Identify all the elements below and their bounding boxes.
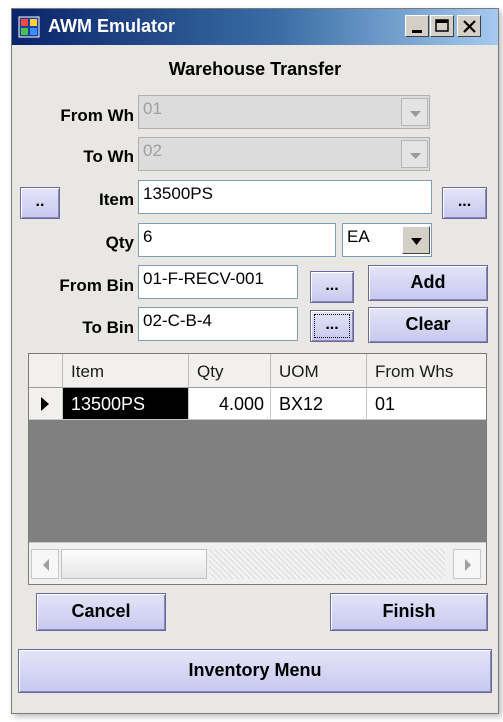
scroll-thumb[interactable] [61, 549, 207, 579]
from-wh-label: From Wh [60, 106, 134, 125]
qty-label: Qty [105, 233, 134, 252]
qty-value: 6 [143, 227, 153, 246]
scroll-right-icon [465, 559, 471, 571]
item-lookup-left-button[interactable]: .. [20, 187, 60, 219]
grid-corner-header [29, 354, 63, 388]
grid-header-qty[interactable]: Qty [189, 354, 271, 388]
to-wh-label: To Wh [83, 147, 134, 166]
maximize-icon [435, 19, 449, 32]
app-icon [18, 16, 40, 38]
from-bin-value: 01-F-RECV-001 [143, 269, 264, 288]
grid-header-uom[interactable]: UOM [271, 354, 367, 388]
uom-dropdown-button[interactable] [402, 226, 430, 254]
item-input[interactable]: 13500PS [138, 180, 432, 214]
grid-header-from-whs[interactable]: From Whs [367, 354, 486, 388]
minimize-button[interactable] [405, 15, 429, 37]
dropdown-arrow-icon [410, 153, 421, 159]
scroll-left-icon [43, 559, 49, 571]
item-lookup-right-button[interactable]: ... [442, 187, 487, 219]
clear-button[interactable]: Clear [368, 307, 488, 343]
from-bin-lookup-button[interactable]: ... [310, 271, 354, 303]
to-bin-lookup-button[interactable]: ... [310, 310, 354, 342]
dropdown-arrow-icon [410, 111, 421, 117]
grid-horizontal-scrollbar[interactable] [29, 542, 486, 584]
from-wh-select[interactable]: 01 [138, 95, 430, 129]
finish-button[interactable]: Finish [330, 593, 488, 631]
scroll-right-button[interactable] [453, 549, 481, 579]
scroll-left-button[interactable] [31, 549, 59, 579]
from-wh-dropdown-button[interactable] [401, 98, 428, 126]
grid-header-item[interactable]: Item [63, 354, 189, 388]
cancel-button[interactable]: Cancel [36, 593, 166, 631]
item-value: 13500PS [143, 184, 213, 203]
grid-cell-qty[interactable]: 4.000 [189, 388, 271, 420]
dropdown-arrow-icon [411, 238, 422, 245]
to-wh-select[interactable]: 02 [138, 137, 430, 171]
close-icon [463, 20, 476, 33]
title-bar[interactable]: AWM Emulator [12, 9, 498, 45]
item-label: Item [99, 190, 134, 209]
transfer-grid[interactable]: Item Qty UOM From Whs 13500PS 4.000 BX12… [28, 353, 487, 585]
inventory-menu-button[interactable]: Inventory Menu [18, 649, 492, 693]
row-pointer-icon [41, 397, 49, 411]
form-heading: Warehouse Transfer [168, 59, 342, 79]
grid-cell-uom[interactable]: BX12 [271, 388, 367, 420]
to-bin-label: To Bin [82, 318, 134, 337]
app-window: AWM Emulator Warehouse Transfer From Wh … [11, 8, 499, 714]
to-wh-value: 02 [143, 141, 162, 160]
close-button[interactable] [457, 15, 481, 37]
from-bin-input[interactable]: 01-F-RECV-001 [138, 265, 298, 299]
to-bin-input[interactable]: 02-C-B-4 [138, 307, 298, 341]
grid-cell-item[interactable]: 13500PS [63, 388, 189, 420]
to-bin-value: 02-C-B-4 [143, 311, 212, 330]
scroll-track[interactable] [209, 549, 445, 579]
grid-cell-from-whs[interactable]: 01 [367, 388, 486, 420]
window-title: AWM Emulator [48, 16, 176, 36]
grid-row-selector[interactable] [29, 388, 63, 420]
from-bin-label: From Bin [59, 276, 134, 295]
uom-value: EA [347, 227, 370, 246]
add-button[interactable]: Add [368, 265, 488, 301]
minimize-icon [412, 30, 422, 33]
to-wh-dropdown-button[interactable] [401, 140, 428, 168]
qty-input[interactable]: 6 [138, 223, 336, 257]
from-wh-value: 01 [143, 99, 162, 118]
maximize-button[interactable] [430, 15, 454, 37]
